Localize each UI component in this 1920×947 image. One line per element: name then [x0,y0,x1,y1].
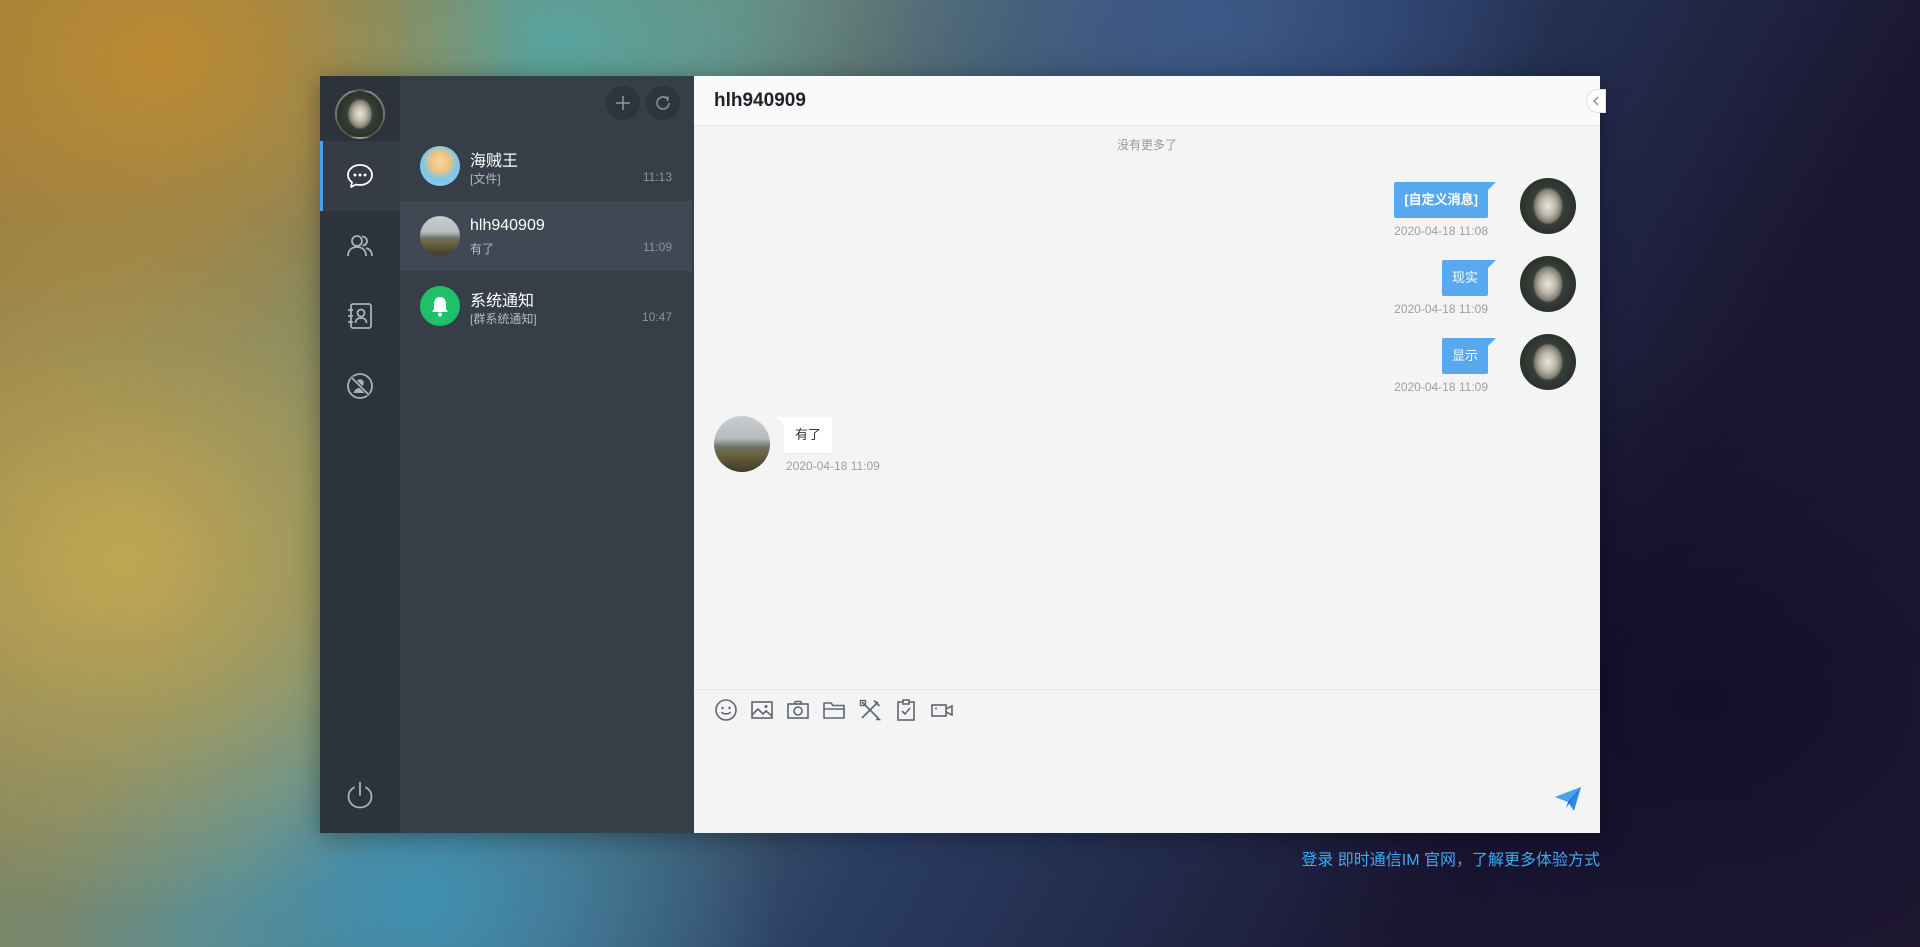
chat-panel: hlh940909 没有更多了 [自定义消息] 2020-04-18 11:08… [694,76,1606,833]
video-icon [931,704,953,717]
message-bubble[interactable]: [自定义消息] [1394,182,1488,218]
system-notice-avatar [420,286,460,326]
conversation-name: 海贼王 [470,153,519,170]
chat-title: hlh940909 [714,89,806,111]
official-site-link[interactable]: 登录 即时通信IM 官网，了解更多体验方式 [1301,846,1600,870]
conversation-time: 11:09 [642,240,672,254]
survey-icon [897,699,915,721]
emoji-button[interactable] [714,698,738,722]
logout-button[interactable] [320,775,400,815]
message-bubble[interactable]: 显示 [1441,338,1488,374]
refresh-icon [656,96,670,110]
contact-message-avatar[interactable] [714,416,770,472]
nav-rail [320,76,400,833]
camera-icon [787,700,809,719]
file-button[interactable] [822,698,846,722]
nav-contacts[interactable] [320,211,400,281]
no-more-hint: 没有更多了 [1116,138,1177,152]
folder-icon [823,702,845,719]
bell-icon [432,297,448,317]
my-message-avatar [1520,256,1576,312]
conversation-item[interactable]: 系统通知 [群系统通知] 10:47 [400,271,692,341]
chevron-left-icon [1592,96,1599,106]
nav-address-book[interactable] [320,281,400,351]
power-icon [347,781,373,809]
conversation-name: 系统通知 [470,293,535,310]
refresh-button[interactable] [646,86,680,120]
my-message-avatar [1520,178,1576,234]
conversation-preview: [文件] [470,172,501,186]
conversation-list: 海贼王 [文件] 11:13 hlh940909 有了 11:09 系统通知 [… [400,76,694,833]
nav-blacklist[interactable] [320,351,400,421]
image-button[interactable] [750,698,774,722]
chat-header: hlh940909 [694,76,1600,126]
im-app-window: 海贼王 [文件] 11:13 hlh940909 有了 11:09 系统通知 [… [320,76,1606,833]
address-book-icon [348,303,372,329]
tools-button[interactable] [858,698,882,722]
conversation-preview: 有了 [470,242,495,256]
users-icon [347,235,373,257]
my-message-avatar [1520,334,1576,390]
conversation-time: 11:13 [642,170,672,184]
composer-toolbar [714,698,954,722]
chat-bubble-icon [347,164,373,188]
conversation-name: hlh940909 [470,217,545,234]
message-time: 2020-04-18 11:08 [1394,224,1488,238]
message-time: 2020-04-18 11:09 [1394,302,1488,316]
my-avatar[interactable] [335,89,385,139]
send-button[interactable] [1552,783,1584,815]
send-icon [1555,787,1581,811]
emoji-icon [715,699,737,721]
message-bubble[interactable]: 现实 [1441,260,1488,296]
tools-icon [859,699,882,721]
conversation-preview: [群系统通知] [470,312,537,326]
collapse-panel-button[interactable] [1586,89,1606,113]
conversation-item[interactable]: 海贼王 [文件] 11:13 [400,131,692,201]
message-composer [694,689,1600,833]
landscape-avatar [420,216,460,256]
plus-icon [616,96,630,110]
survey-button[interactable] [894,698,918,722]
message-bubble[interactable]: 有了 [775,417,833,453]
camera-button[interactable] [786,698,810,722]
cartoon-avatar [420,146,460,186]
add-conversation-button[interactable] [606,86,640,120]
message-time: 2020-04-18 11:09 [1394,380,1488,394]
nav-messages[interactable] [320,141,400,211]
image-icon [751,701,773,719]
list-actions [606,86,680,120]
conversation-time: 10:47 [641,310,672,324]
conversation-item[interactable]: hlh940909 有了 11:09 [400,201,692,271]
blocked-user-icon [347,373,373,399]
message-time: 2020-04-18 11:09 [786,459,880,473]
video-button[interactable] [930,698,954,722]
